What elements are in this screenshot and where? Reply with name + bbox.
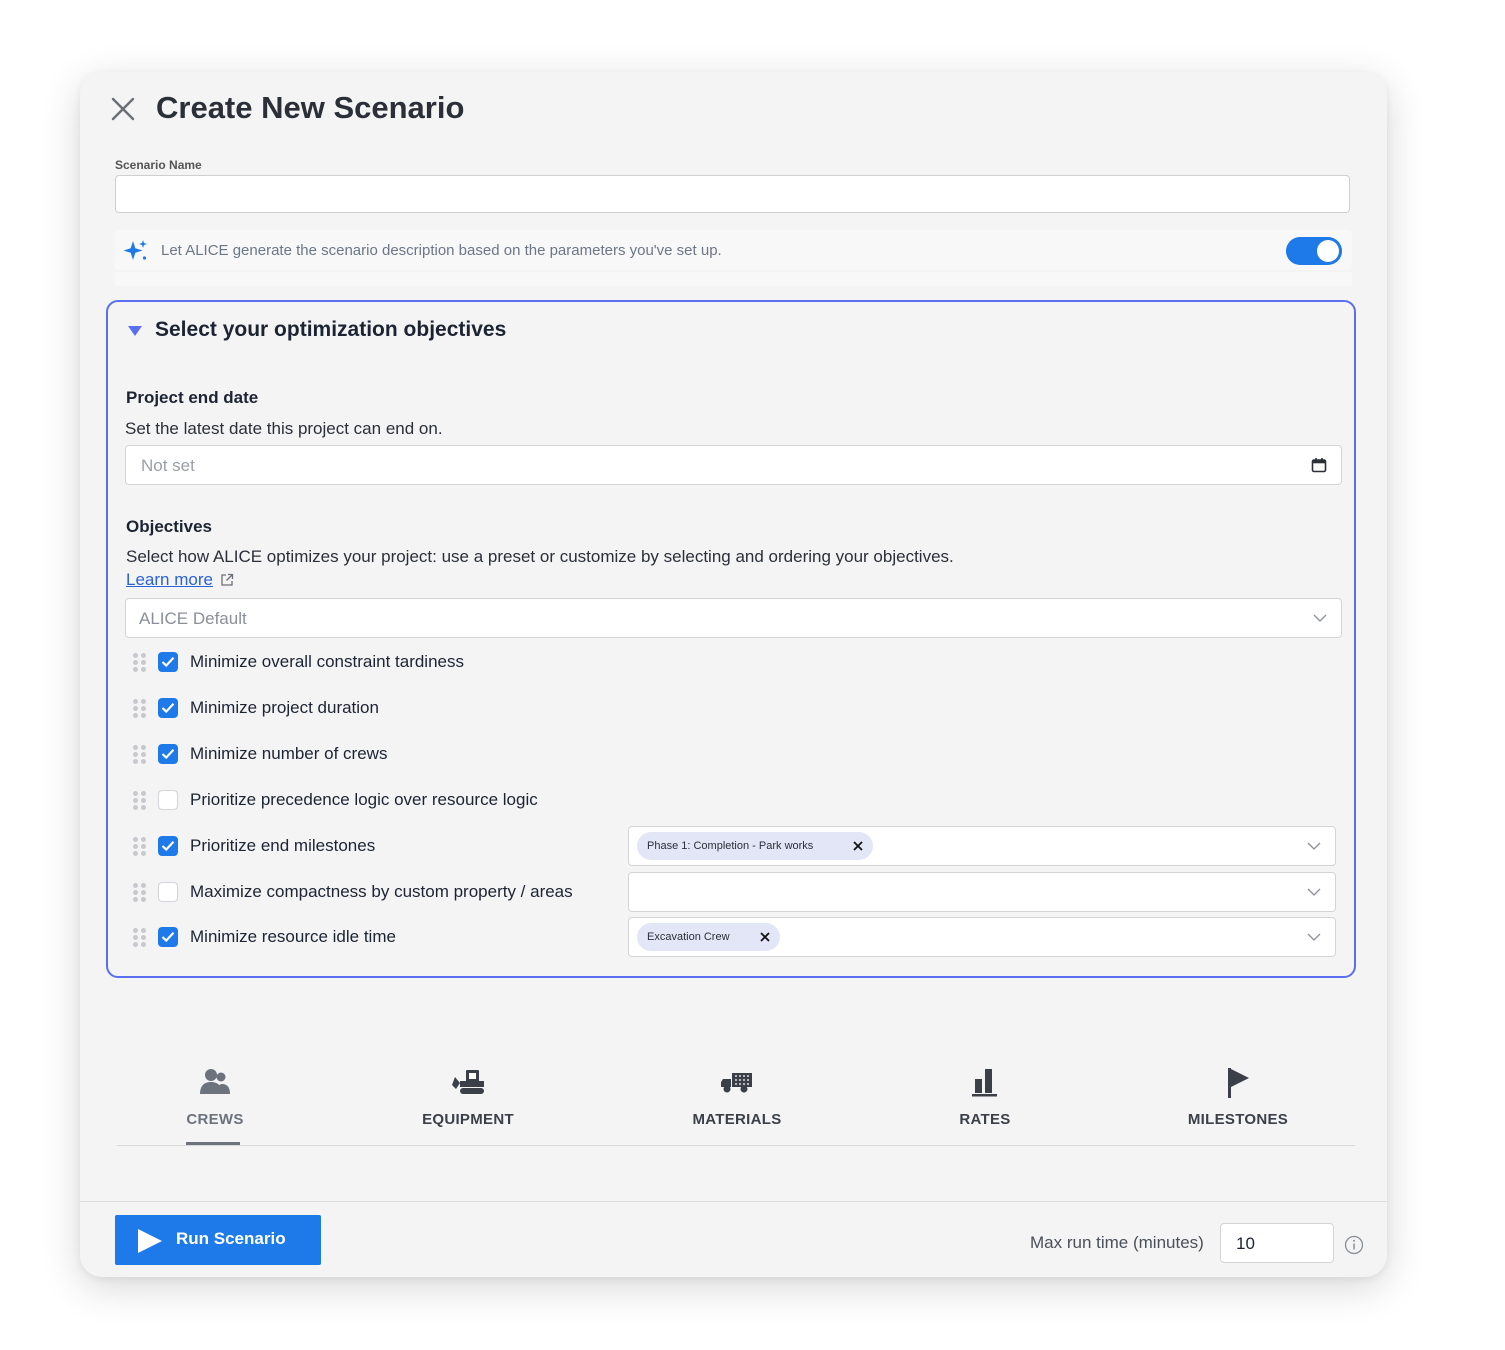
- chevron-down-icon: [1307, 888, 1321, 896]
- objective-checkbox[interactable]: [158, 698, 178, 718]
- objective-checkbox[interactable]: [158, 744, 178, 764]
- resource-chip-label: Excavation Crew: [647, 931, 730, 943]
- objective-row: Prioritize precedence logic over resourc…: [108, 781, 608, 821]
- close-icon[interactable]: [108, 94, 138, 124]
- objective-row: Minimize resource idle time: [108, 918, 608, 958]
- dialog-title: Create New Scenario: [156, 90, 465, 125]
- chevron-down-icon: [1313, 614, 1327, 622]
- external-link-icon[interactable]: [220, 573, 234, 587]
- drag-handle-icon[interactable]: [133, 653, 147, 673]
- preset-value: ALICE Default: [139, 609, 247, 628]
- resource-chip: Excavation Crew: [637, 923, 780, 951]
- objective-label: Minimize resource idle time: [190, 927, 396, 946]
- create-scenario-dialog: Create New Scenario Scenario Name Let AL…: [80, 72, 1387, 1277]
- max-run-time-label: Max run time (minutes): [1030, 1233, 1204, 1252]
- drag-handle-icon[interactable]: [133, 745, 147, 765]
- collapse-triangle-icon[interactable]: [128, 326, 142, 336]
- tab-milestones[interactable]: MILESTONES: [1138, 1057, 1338, 1145]
- objective-label: Prioritize precedence logic over resourc…: [190, 790, 538, 809]
- footer-divider: [80, 1201, 1387, 1202]
- objective-row: Maximize compactness by custom property …: [108, 873, 608, 913]
- objective-checkbox[interactable]: [158, 652, 178, 672]
- alice-description-text: Let ALICE generate the scenario descript…: [161, 242, 722, 259]
- milestones-select[interactable]: Phase 1: Completion - Park works: [628, 826, 1336, 866]
- end-date-input[interactable]: Not set: [125, 445, 1342, 485]
- tab-crews[interactable]: CREWS: [115, 1057, 315, 1145]
- calendar-icon[interactable]: [1311, 457, 1327, 473]
- tab-label: MATERIALS: [692, 1111, 782, 1128]
- learn-more-link[interactable]: Learn more: [126, 570, 213, 590]
- objectives-panel: Select your optimization objectives Proj…: [106, 300, 1356, 978]
- objective-label: Minimize number of crews: [190, 744, 388, 763]
- toggle-knob: [1317, 240, 1339, 262]
- tab-label: CREWS: [186, 1111, 244, 1128]
- tab-label: RATES: [959, 1111, 1011, 1128]
- resource-tabs: CREWS EQUIPMENT MATERIALS RATES MILESTON…: [117, 1057, 1355, 1146]
- run-scenario-button[interactable]: Run Scenario: [115, 1215, 321, 1265]
- objective-row: Minimize overall constraint tardiness: [108, 643, 608, 683]
- objective-label: Maximize compactness by custom property …: [190, 882, 573, 901]
- drag-handle-icon[interactable]: [133, 699, 147, 719]
- tab-label: EQUIPMENT: [422, 1111, 514, 1128]
- objectives-description: Select how ALICE optimizes your project:…: [126, 547, 954, 566]
- milestone-chip-label: Phase 1: Completion - Park works: [647, 840, 814, 852]
- tab-rates[interactable]: RATES: [885, 1057, 1085, 1145]
- alice-description-toggle[interactable]: [1286, 237, 1342, 265]
- drag-handle-icon[interactable]: [133, 837, 147, 857]
- milestone-chip: Phase 1: Completion - Park works: [637, 832, 873, 860]
- drag-handle-icon[interactable]: [133, 883, 147, 903]
- truck-icon: [721, 1073, 752, 1093]
- objectives-heading: Objectives: [126, 517, 212, 536]
- max-run-time-value: 10: [1236, 1234, 1255, 1253]
- scenario-name-label: Scenario Name: [115, 158, 202, 172]
- scenario-name-input[interactable]: [115, 175, 1350, 213]
- max-run-time-input[interactable]: 10: [1220, 1223, 1334, 1263]
- tab-materials[interactable]: MATERIALS: [637, 1057, 837, 1145]
- info-icon[interactable]: [1344, 1235, 1364, 1255]
- tab-label: MILESTONES: [1187, 1111, 1289, 1128]
- objective-row: Prioritize end milestones: [108, 827, 608, 867]
- active-tab-indicator: [186, 1142, 240, 1145]
- divider-band: [115, 272, 1352, 286]
- objective-checkbox[interactable]: [158, 790, 178, 810]
- flag-icon: [1228, 1068, 1249, 1098]
- objective-label: Minimize project duration: [190, 698, 379, 717]
- objective-checkbox[interactable]: [158, 882, 178, 902]
- resource-select[interactable]: Excavation Crew: [628, 917, 1336, 957]
- bar-chart-icon: [972, 1069, 997, 1097]
- objective-checkbox[interactable]: [158, 927, 178, 947]
- chevron-down-icon: [1307, 933, 1321, 941]
- objective-row: Minimize project duration: [108, 689, 608, 729]
- alice-description-row: Let ALICE generate the scenario descript…: [115, 230, 1352, 270]
- remove-chip-icon[interactable]: [760, 932, 770, 942]
- end-date-description: Set the latest date this project can end…: [125, 419, 443, 438]
- custom-property-select[interactable]: [628, 872, 1336, 912]
- end-date-placeholder: Not set: [141, 456, 195, 475]
- objective-row: Minimize number of crews: [108, 735, 608, 775]
- crew-icon: [200, 1069, 230, 1094]
- tab-equipment[interactable]: EQUIPMENT: [368, 1057, 568, 1145]
- objectives-preset-select[interactable]: ALICE Default: [125, 598, 1342, 638]
- sparkle-icon: [123, 240, 147, 260]
- objective-label: Minimize overall constraint tardiness: [190, 652, 464, 671]
- drag-handle-icon[interactable]: [133, 791, 147, 811]
- chevron-down-icon: [1307, 842, 1321, 850]
- remove-chip-icon[interactable]: [853, 841, 863, 851]
- objective-checkbox[interactable]: [158, 836, 178, 856]
- excavator-icon: [452, 1070, 484, 1094]
- play-icon: [138, 1229, 162, 1253]
- run-scenario-label: Run Scenario: [176, 1229, 286, 1248]
- objective-label: Prioritize end milestones: [190, 836, 376, 855]
- end-date-heading: Project end date: [126, 388, 259, 407]
- objectives-section-title[interactable]: Select your optimization objectives: [155, 318, 506, 342]
- drag-handle-icon[interactable]: [133, 928, 147, 948]
